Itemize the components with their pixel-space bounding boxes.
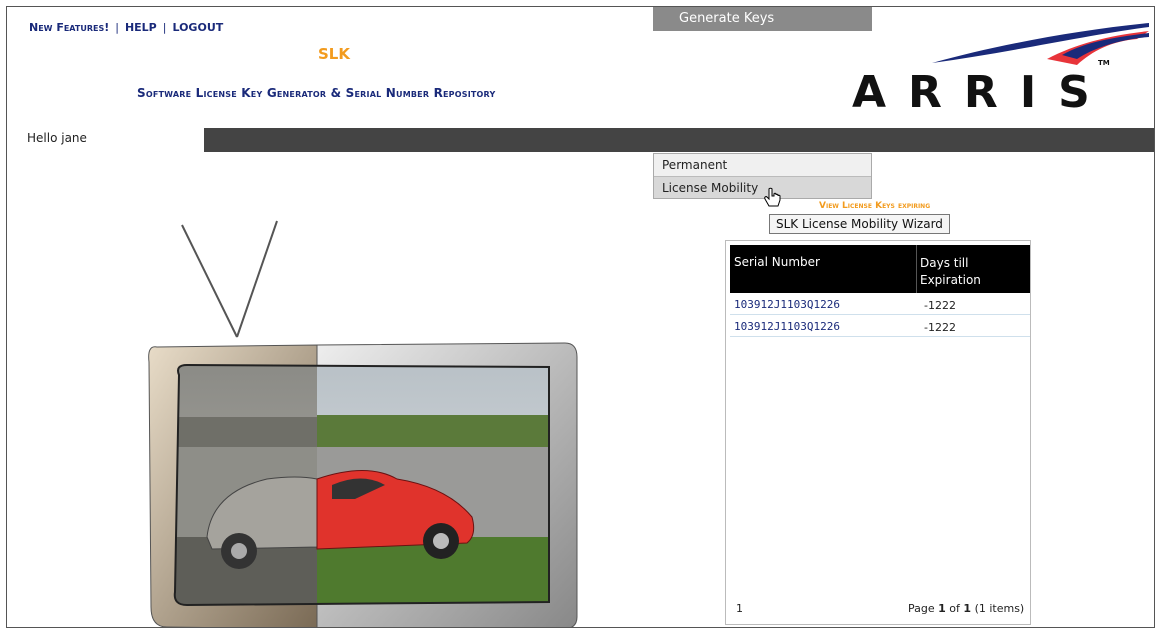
tooltip: SLK License Mobility Wizard bbox=[769, 214, 950, 234]
days-value: -1222 bbox=[924, 321, 956, 334]
nav-generate-keys[interactable]: Generate Keys bbox=[653, 7, 872, 31]
nav-tools[interactable]: Tools bbox=[913, 7, 945, 31]
help-link[interactable]: HELP bbox=[125, 21, 157, 34]
nav-inventory[interactable]: Inventory bbox=[486, 7, 548, 31]
menu-item-permanent[interactable]: Permanent bbox=[654, 154, 871, 176]
new-features-link[interactable]: New Features! bbox=[29, 21, 109, 34]
app-name: SLK bbox=[318, 45, 350, 63]
logout-link[interactable]: LOGOUT bbox=[172, 21, 223, 34]
column-days-line2: Expiration bbox=[920, 273, 981, 287]
trademark-mark: TM bbox=[1098, 59, 1110, 67]
pager-page-link[interactable]: 1 bbox=[736, 602, 743, 615]
pager-of: of bbox=[949, 602, 960, 615]
main-nav bbox=[204, 128, 1154, 152]
pager-total: 1 bbox=[963, 602, 972, 615]
app-frame: New Features! | HELP | LOGOUT SLK Software L… bbox=[6, 6, 1155, 628]
greeting: Hello jane bbox=[27, 131, 87, 145]
pager-prefix: Page bbox=[908, 602, 935, 615]
expiring-keys-panel: Serial Number Days till Expiration 10391… bbox=[725, 240, 1031, 625]
view-expiring-keys-link[interactable]: View License Keys expiring bbox=[819, 201, 930, 211]
table-row: 103912J1103Q1226 -1222 bbox=[730, 315, 1030, 337]
nav-orders[interactable]: Orders bbox=[334, 7, 378, 31]
app-subtitle: Software License Key Generator & Serial … bbox=[137, 86, 496, 100]
serial-number-link[interactable]: 103912J1103Q1226 bbox=[734, 298, 840, 311]
nav-home[interactable]: Home bbox=[219, 7, 257, 31]
nav-profile[interactable]: Profile bbox=[1033, 7, 1073, 31]
table-header: Serial Number Days till Expiration bbox=[730, 245, 1030, 293]
header-divider bbox=[916, 245, 917, 293]
link-separator: | bbox=[115, 21, 119, 34]
days-value: -1222 bbox=[924, 299, 956, 312]
top-links: New Features! | HELP | LOGOUT bbox=[29, 21, 223, 34]
serial-number-link[interactable]: 103912J1103Q1226 bbox=[734, 320, 840, 333]
pager-summary: Page 1 of 1 (1 items) bbox=[908, 602, 1024, 615]
arris-logo-text: ARRIS bbox=[852, 67, 1112, 118]
pager-items: (1 items) bbox=[974, 602, 1025, 615]
table-row: 103912J1103Q1226 -1222 bbox=[730, 293, 1030, 315]
tv-illustration bbox=[148, 220, 578, 627]
hand-cursor-icon bbox=[764, 187, 781, 207]
column-serial-number[interactable]: Serial Number bbox=[734, 255, 820, 269]
pager-page: 1 bbox=[938, 602, 946, 615]
column-days-line1: Days till bbox=[920, 256, 969, 270]
column-days-till-expiration[interactable]: Days till Expiration bbox=[920, 255, 981, 289]
link-separator: | bbox=[162, 21, 167, 34]
